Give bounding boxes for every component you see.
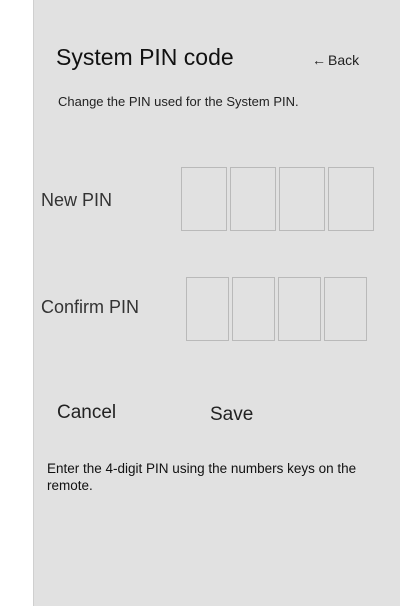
new-pin-digit-1[interactable]	[181, 167, 227, 231]
confirm-pin-input-group	[186, 277, 367, 341]
new-pin-digit-2[interactable]	[230, 167, 276, 231]
confirm-pin-digit-3[interactable]	[278, 277, 321, 341]
back-button[interactable]: ← Back	[312, 52, 359, 68]
new-pin-digit-4[interactable]	[328, 167, 374, 231]
save-button[interactable]: Save	[210, 404, 253, 426]
new-pin-label: New PIN	[41, 190, 113, 210]
back-arrow-icon: ←	[312, 52, 326, 68]
new-pin-digit-3[interactable]	[279, 167, 325, 231]
cancel-button[interactable]: Cancel	[57, 402, 116, 424]
pin-settings-panel: System PIN code ← Back Change the PIN use…	[33, 0, 400, 606]
instruction-text: Enter the 4-digit PIN using the numbers …	[47, 461, 357, 493]
new-pin-input-group	[181, 167, 374, 231]
back-label: Back	[328, 52, 360, 68]
confirm-pin-digit-2[interactable]	[232, 277, 275, 341]
confirm-pin-label: Confirm PIN	[41, 297, 140, 317]
confirm-pin-digit-1[interactable]	[186, 277, 229, 341]
confirm-pin-digit-4[interactable]	[324, 277, 367, 341]
page-subtitle: Change the PIN used for the System PIN.	[58, 94, 299, 109]
page-title: System PIN code	[56, 44, 234, 70]
